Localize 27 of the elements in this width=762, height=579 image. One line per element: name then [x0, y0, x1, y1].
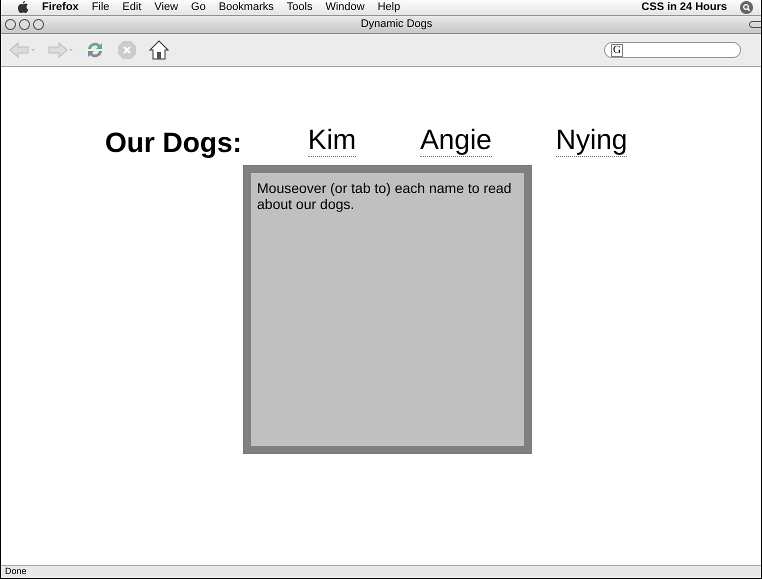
menu-item[interactable]: Window [325, 0, 365, 16]
toolbar-toggle-icon[interactable] [749, 21, 761, 28]
info-text: Mouseover (or tab to) each name to read about our dogs. [257, 180, 512, 212]
apple-icon[interactable] [17, 1, 29, 14]
menu-extra-text: CSS in 24 Hours [641, 0, 727, 16]
home-icon[interactable] [149, 40, 169, 60]
menu-item[interactable]: Bookmarks [218, 0, 274, 16]
menu-item[interactable]: Tools [286, 0, 312, 16]
dog-name-link[interactable]: Kim [308, 126, 356, 157]
reload-icon[interactable] [85, 40, 105, 60]
search-engine-logo[interactable]: G [611, 44, 623, 56]
menu-item[interactable]: Go [191, 0, 206, 16]
menu-item[interactable]: File [92, 0, 110, 16]
window-control-icon[interactable] [19, 19, 30, 30]
dog-name-link[interactable]: Nying [556, 126, 628, 157]
window-control-icon[interactable] [33, 19, 44, 30]
page-heading: Our Dogs: [105, 129, 242, 157]
window-control-icon[interactable] [5, 19, 16, 30]
window-title: Dynamic Dogs [360, 17, 432, 32]
menu-item[interactable]: Help [378, 0, 400, 16]
status-text: Done [5, 565, 27, 578]
app-menu[interactable]: Firefox [42, 0, 79, 16]
search-icon[interactable] [740, 1, 753, 14]
menu-item[interactable]: View [154, 0, 178, 16]
dog-name-link[interactable]: Angie [420, 126, 492, 157]
menu-item[interactable]: Edit [122, 0, 142, 16]
search-field[interactable]: G [604, 42, 741, 58]
